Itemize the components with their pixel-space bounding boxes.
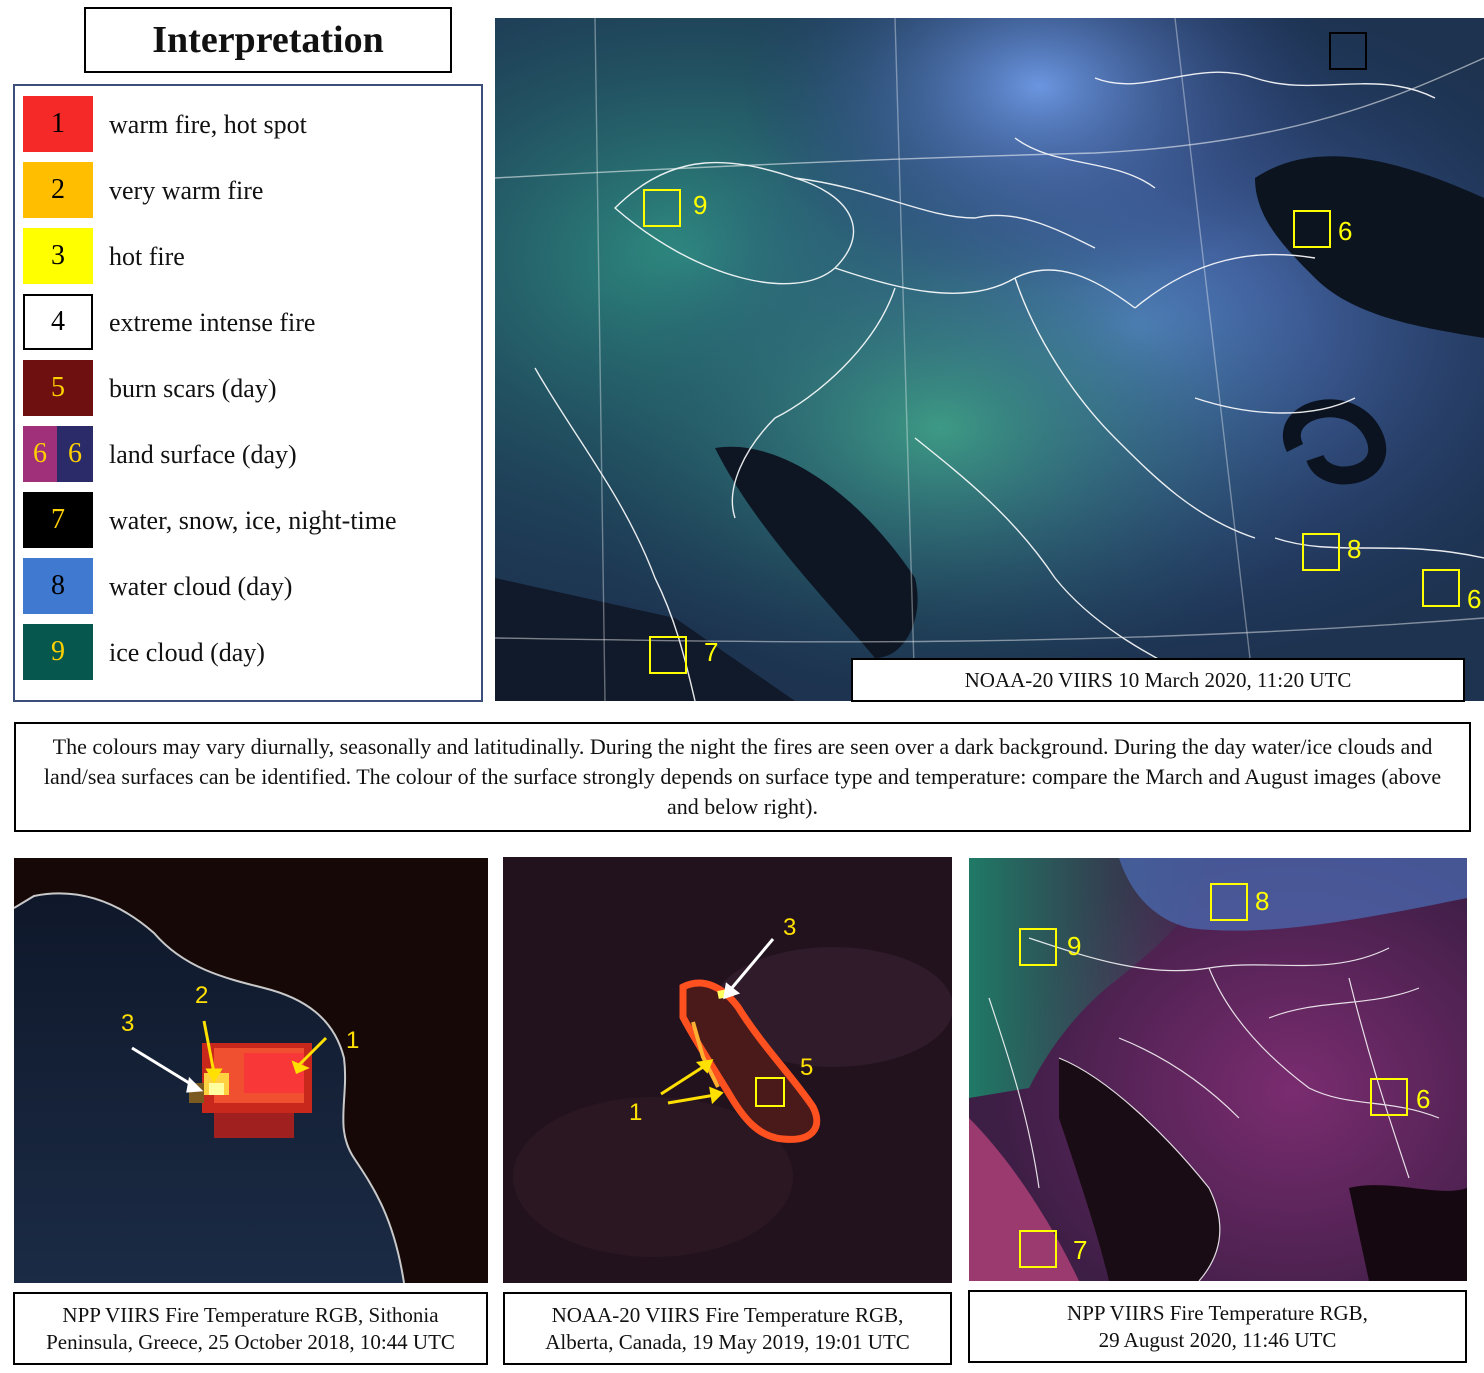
legend-swatch: 3	[23, 228, 93, 284]
legend-item: 8 water cloud (day)	[23, 558, 473, 616]
marker-label-7: 7	[704, 637, 718, 667]
legend-label: land surface (day)	[109, 440, 297, 469]
august-satellite-image: 8 9 6 7	[969, 858, 1467, 1281]
legend-label: water, snow, ice, night-time	[109, 506, 397, 535]
august-caption-line1: NPP VIIRS Fire Temperature RGB,	[1067, 1300, 1368, 1325]
legend-swatch-day-land-a: 6	[23, 426, 57, 482]
colour-note: The colours may vary diurnally, seasonal…	[14, 722, 1471, 832]
august-caption: NPP VIIRS Fire Temperature RGB, 29 Augus…	[968, 1290, 1467, 1363]
legend-item: 4 extreme intense fire	[23, 294, 473, 352]
greece-label-2: 2	[195, 982, 208, 1009]
main-satellite-image: 9 6 8 6 7	[495, 18, 1484, 701]
alberta-label-3: 3	[783, 914, 796, 941]
legend-item: 5 burn scars (day)	[23, 360, 473, 418]
legend-swatch: 2	[23, 162, 93, 218]
alberta-svg: 3 5 1	[503, 857, 952, 1283]
august-label-9: 9	[1067, 931, 1081, 961]
alberta-caption: NOAA-20 VIIRS Fire Temperature RGB, Albe…	[503, 1292, 952, 1365]
legend-label: hot fire	[109, 242, 185, 271]
alberta-label-5: 5	[800, 1054, 813, 1081]
legend-swatch: 5	[23, 360, 93, 416]
marker-label-6: 6	[1338, 216, 1352, 246]
legend-label: warm fire, hot spot	[109, 110, 307, 139]
august-caption-line2: 29 August 2020, 11:46 UTC	[1098, 1327, 1337, 1352]
alberta-caption-line2: Alberta, Canada, 19 May 2019, 19:01 UTC	[545, 1329, 910, 1354]
legend-item: 7 water, snow, ice, night-time	[23, 492, 473, 550]
legend-swatch-day-land-b: 6	[57, 426, 93, 482]
greece-caption-line1: NPP VIIRS Fire Temperature RGB, Sithonia	[62, 1302, 439, 1327]
marker-label-8: 8	[1347, 534, 1361, 564]
legend-item: 3 hot fire	[23, 228, 473, 286]
greece-caption: NPP VIIRS Fire Temperature RGB, Sithonia…	[13, 1292, 488, 1365]
legend-label: ice cloud (day)	[109, 638, 265, 667]
marker-label-9: 9	[693, 190, 707, 220]
legend-swatch: 9	[23, 624, 93, 680]
legend-item: 6 6 land surface (day)	[23, 426, 473, 484]
legend-label: water cloud (day)	[109, 572, 293, 601]
august-label-7: 7	[1073, 1235, 1087, 1265]
main-image-caption: NOAA-20 VIIRS 10 March 2020, 11:20 UTC	[851, 658, 1465, 702]
legend-item: 9 ice cloud (day)	[23, 624, 473, 682]
legend-swatch: 8	[23, 558, 93, 614]
legend-box: 1 warm fire, hot spot 2 very warm fire 3 hot …	[13, 84, 483, 702]
legend-swatch: 1	[23, 96, 93, 152]
greece-label-3: 3	[121, 1010, 134, 1037]
legend-item: 2 very warm fire	[23, 162, 473, 220]
greece-svg: 3 2 1	[14, 858, 488, 1283]
alberta-label-1: 1	[629, 1099, 642, 1126]
interpretation-title: Interpretation	[84, 7, 452, 73]
main-map-svg: 9 6 8 6 7	[495, 18, 1484, 701]
alberta-caption-line1: NOAA-20 VIIRS Fire Temperature RGB,	[551, 1302, 904, 1327]
alberta-fire-image: 3 5 1	[503, 857, 952, 1283]
august-label-6: 6	[1416, 1084, 1430, 1114]
legend-label: burn scars (day)	[109, 374, 277, 403]
greece-fire-image: 3 2 1	[14, 858, 488, 1283]
legend-label: extreme intense fire	[109, 308, 316, 337]
legend-swatch: 4	[23, 294, 93, 350]
greece-caption-line2: Peninsula, Greece, 25 October 2018, 10:4…	[46, 1329, 455, 1354]
legend-item: 1 warm fire, hot spot	[23, 96, 473, 154]
legend-label: very warm fire	[109, 176, 264, 205]
august-svg: 8 9 6 7	[969, 858, 1467, 1281]
august-label-8: 8	[1255, 886, 1269, 916]
greece-label-1: 1	[346, 1027, 359, 1054]
legend-swatch: 7	[23, 492, 93, 548]
marker-label-6b: 6	[1467, 584, 1481, 614]
